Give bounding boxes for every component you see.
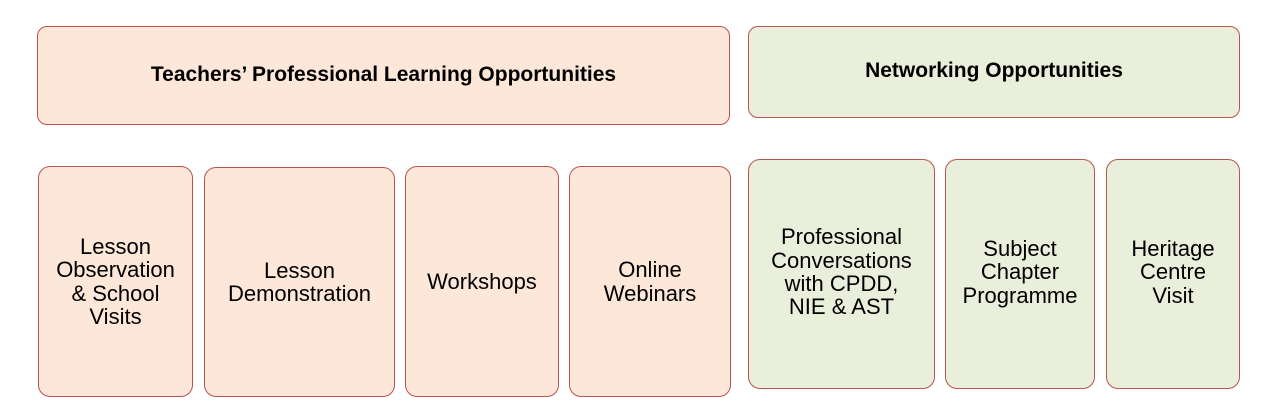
networking-header: Networking Opportunities — [748, 26, 1240, 118]
professional-conversations-box: Professional Conversations with CPDD, NI… — [748, 159, 935, 389]
lesson-demonstration-box: Lesson Demonstration — [204, 167, 395, 397]
subject-chapter-programme-box: Subject Chapter Programme — [945, 159, 1095, 389]
professional-learning-header: Teachers’ Professional Learning Opportun… — [37, 26, 730, 125]
workshops-box: Workshops — [405, 166, 559, 397]
lesson-observation-box: Lesson Observation & School Visits — [38, 166, 193, 397]
heritage-centre-visit-box: Heritage Centre Visit — [1106, 159, 1240, 389]
online-webinars-box: Online Webinars — [569, 166, 731, 397]
